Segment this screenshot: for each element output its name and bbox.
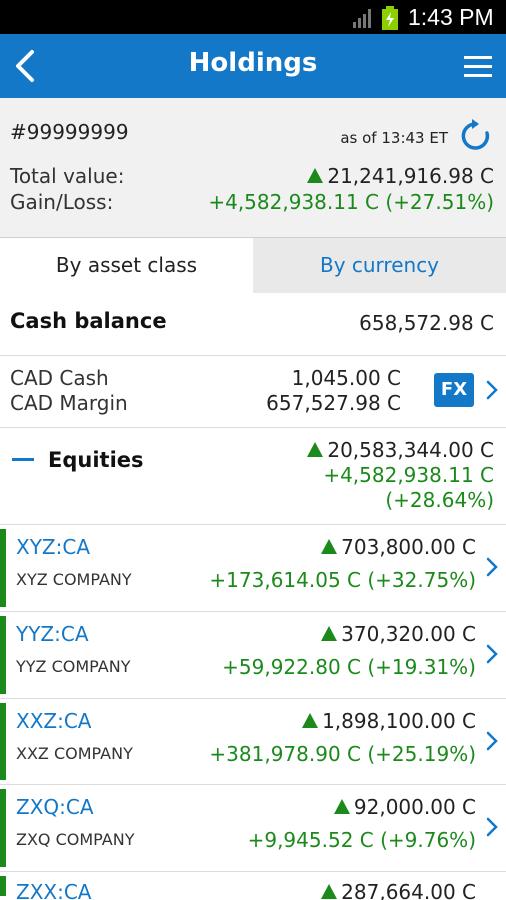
holding-value-amount: 1,898,100.00 C — [322, 709, 476, 733]
up-arrow-icon — [321, 626, 338, 641]
holding-row[interactable]: ZXX:CA 287,664.00 C — [0, 872, 506, 900]
gain-indicator-bar — [0, 616, 6, 694]
holding-gain: +9,945.52 C (+9.76%) — [247, 828, 476, 852]
equities-gain: +4,582,938.11 C — [323, 463, 494, 487]
gain-indicator-bar — [0, 529, 6, 607]
holding-row[interactable]: XXZ:CA XXZ COMPANY 1,898,100.00 C +381,9… — [0, 699, 506, 785]
holding-value-amount: 287,664.00 C — [341, 880, 476, 900]
holding-gain: +381,978.90 C (+25.19%) — [209, 742, 476, 766]
cad-cash-value: 1,045.00 C — [291, 366, 401, 390]
cad-margin-value: 657,527.98 C — [266, 391, 401, 415]
account-number: #99999999 — [10, 120, 129, 144]
equities-value: 20,583,344.00 C — [307, 438, 494, 462]
up-arrow-icon — [333, 799, 350, 814]
holding-row[interactable]: ZXQ:CA ZXQ COMPANY 92,000.00 C +9,945.52… — [0, 785, 506, 872]
refresh-icon[interactable] — [460, 117, 492, 151]
cash-balance-value: 658,572.98 C — [359, 311, 494, 335]
cad-margin-label: CAD Margin — [10, 391, 128, 415]
holding-value: 1,898,100.00 C — [302, 709, 476, 733]
status-bar: 1:43 PM — [0, 0, 506, 34]
holding-value: 287,664.00 C — [321, 880, 476, 900]
gain-indicator-bar — [0, 876, 6, 896]
total-value-amount: 21,241,916.98 C — [327, 164, 494, 188]
holding-name: XYZ COMPANY — [16, 570, 132, 589]
chevron-right-icon[interactable] — [486, 644, 498, 664]
collapse-dash-icon[interactable] — [12, 458, 34, 461]
cash-balance-row: Cash balance 658,572.98 C — [0, 293, 506, 356]
up-arrow-icon — [307, 168, 324, 183]
holding-row[interactable]: XYZ:CA XYZ COMPANY 703,800.00 C +173,614… — [0, 525, 506, 612]
cash-balance-title: Cash balance — [10, 309, 167, 333]
total-value: 21,241,916.98 C — [307, 164, 494, 188]
equities-row[interactable]: Equities 20,583,344.00 C +4,582,938.11 C… — [0, 428, 506, 525]
tab-by-currency[interactable]: By currency — [253, 238, 506, 293]
chevron-right-icon[interactable] — [486, 380, 498, 400]
holding-symbol: XYZ:CA — [16, 535, 91, 559]
chevron-right-icon[interactable] — [486, 817, 498, 837]
hamburger-menu-icon[interactable] — [462, 52, 494, 80]
up-arrow-icon — [321, 884, 338, 899]
holding-symbol: XXZ:CA — [16, 709, 92, 733]
signal-icon — [353, 9, 371, 28]
equities-gain-pct: (+28.64%) — [385, 488, 494, 512]
equities-title: Equities — [48, 448, 144, 472]
account-summary: #99999999 as of 13:43 ET Total value: 21… — [0, 98, 506, 238]
holding-symbol: YYZ:CA — [16, 622, 89, 646]
status-time: 1:43 PM — [408, 4, 494, 30]
holding-value: 92,000.00 C — [333, 795, 476, 819]
cash-detail-row[interactable]: CAD Cash CAD Margin 1,045.00 C 657,527.9… — [0, 356, 506, 428]
battery-charging-icon — [382, 6, 398, 30]
view-tabs: By asset class By currency — [0, 238, 506, 293]
chevron-right-icon[interactable] — [486, 731, 498, 751]
as-of-timestamp: as of 13:43 ET — [340, 129, 448, 147]
holding-row[interactable]: YYZ:CA YYZ COMPANY 370,320.00 C +59,922.… — [0, 612, 506, 699]
holding-name: XXZ COMPANY — [16, 744, 133, 763]
app-bar: Holdings — [0, 34, 506, 98]
equities-value-amount: 20,583,344.00 C — [327, 438, 494, 462]
tab-by-asset-class[interactable]: By asset class — [0, 238, 253, 293]
holding-name: ZXQ COMPANY — [16, 830, 135, 849]
page-title: Holdings — [188, 48, 318, 78]
gain-indicator-bar — [0, 789, 6, 867]
holding-value: 370,320.00 C — [321, 622, 476, 646]
holding-value-amount: 92,000.00 C — [353, 795, 476, 819]
gain-loss-label: Gain/Loss: — [10, 190, 114, 214]
gain-indicator-bar — [0, 703, 6, 780]
holding-value-amount: 370,320.00 C — [341, 622, 476, 646]
up-arrow-icon — [321, 539, 338, 554]
holding-value-amount: 703,800.00 C — [341, 535, 476, 559]
holding-symbol: ZXX:CA — [16, 880, 92, 900]
chevron-right-icon[interactable] — [486, 557, 498, 577]
gain-loss-value: +4,582,938.11 C (+27.51%) — [208, 190, 494, 214]
up-arrow-icon — [307, 442, 324, 457]
total-value-label: Total value: — [10, 164, 125, 188]
up-arrow-icon — [302, 713, 319, 728]
holding-gain: +59,922.80 C (+19.31%) — [222, 655, 476, 679]
holding-gain: +173,614.05 C (+32.75%) — [209, 568, 476, 592]
holding-name: YYZ COMPANY — [16, 657, 131, 676]
holding-value: 703,800.00 C — [321, 535, 476, 559]
holding-symbol: ZXQ:CA — [16, 795, 94, 819]
cad-cash-label: CAD Cash — [10, 366, 109, 390]
fx-button[interactable]: FX — [434, 373, 474, 407]
